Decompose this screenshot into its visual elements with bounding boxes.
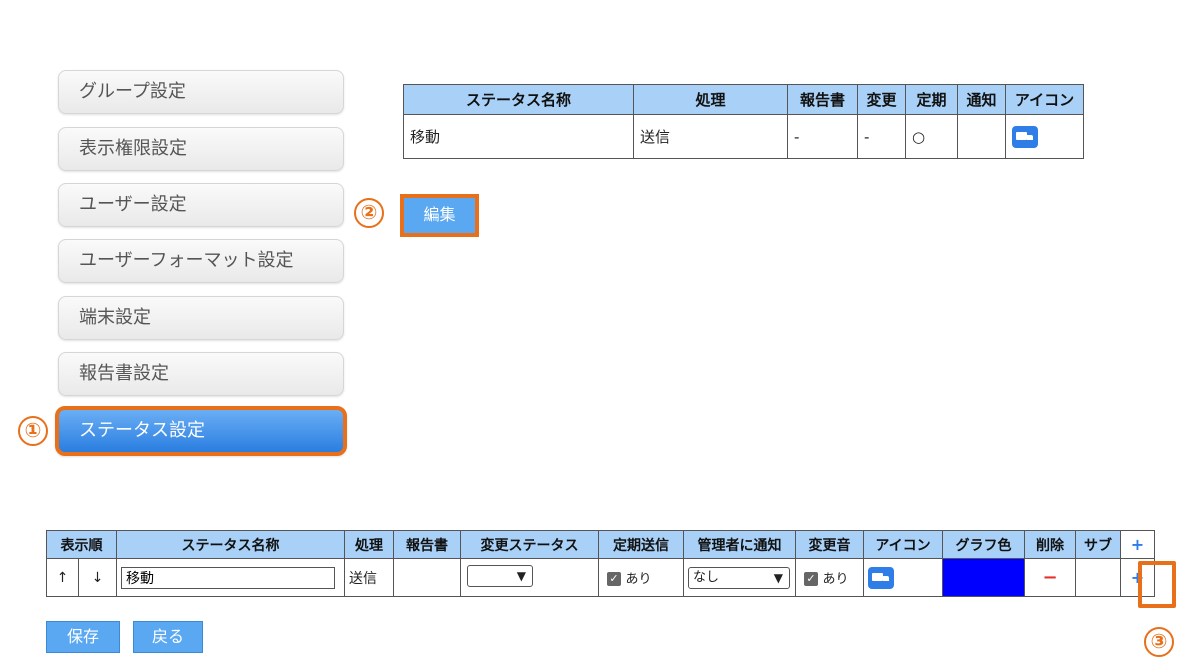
col-periodic-send: 定期送信 <box>598 530 684 559</box>
truck-icon <box>1012 125 1038 148</box>
cell-sub <box>1075 558 1121 597</box>
col-periodic: 定期 <box>905 84 958 115</box>
step-2-marker: ② <box>354 198 384 228</box>
table-header-row: ステータス名称 処理 報告書 変更 定期 通知 アイコン <box>403 84 1084 115</box>
save-button[interactable]: 保存 <box>46 621 120 653</box>
cell-change-status: ▼ <box>460 558 599 597</box>
sidebar-item-report-settings[interactable]: 報告書設定 <box>58 352 344 396</box>
change-sound-checkbox[interactable]: ✓ <box>804 572 818 586</box>
periodic-send-label: あり <box>625 572 652 587</box>
cell-notify <box>957 114 1006 159</box>
cell-process: 送信 <box>344 558 394 597</box>
cell-report: - <box>787 114 858 159</box>
chevron-down-icon: ▼ <box>773 570 783 585</box>
col-notify: 通知 <box>957 84 1006 115</box>
cell-process: 送信 <box>633 114 788 159</box>
periodic-send-checkbox[interactable]: ✓ <box>607 572 621 586</box>
col-graph-color: グラフ色 <box>942 530 1025 559</box>
notify-admin-value: なし <box>693 569 720 585</box>
col-change-status: 変更ステータス <box>460 530 599 559</box>
cell-change: - <box>857 114 906 159</box>
status-name-input[interactable] <box>121 566 335 589</box>
cell-icon[interactable] <box>863 558 943 597</box>
col-change-sound: 変更音 <box>795 530 864 559</box>
col-icon: アイコン <box>1005 84 1084 115</box>
step-1-marker: ① <box>18 416 48 446</box>
sidebar-item-terminal-settings[interactable]: 端末設定 <box>58 296 344 340</box>
table-header-row: 表示順 ステータス名称 処理 報告書 変更ステータス 定期送信 管理者に通知 変… <box>46 530 1155 559</box>
move-down-button[interactable]: ↓ <box>78 558 117 597</box>
col-display-order: 表示順 <box>46 530 117 559</box>
cell-report <box>393 558 461 597</box>
col-status-name: ステータス名称 <box>403 84 634 115</box>
cell-status-name <box>116 558 345 597</box>
status-summary-table: ステータス名称 処理 報告書 変更 定期 通知 アイコン 移動 送信 - - ○ <box>403 84 1084 159</box>
col-notify-admin: 管理者に通知 <box>683 530 796 559</box>
col-process: 処理 <box>633 84 788 115</box>
sidebar-item-status-settings[interactable]: ステータス設定 <box>55 406 347 456</box>
notify-admin-select[interactable]: なし ▼ <box>688 566 790 589</box>
chevron-down-icon: ▼ <box>516 568 526 583</box>
change-status-select[interactable]: ▼ <box>467 564 533 587</box>
back-button[interactable]: 戻る <box>133 621 203 653</box>
col-change: 変更 <box>857 84 906 115</box>
cell-change-sound: ✓ あり <box>795 558 864 597</box>
edit-button[interactable]: 編集 <box>400 194 479 237</box>
move-up-button[interactable]: ↑ <box>46 558 79 597</box>
col-report: 報告書 <box>393 530 461 559</box>
col-process: 処理 <box>344 530 394 559</box>
graph-color-swatch[interactable] <box>942 558 1025 597</box>
delete-button[interactable]: − <box>1024 558 1076 597</box>
col-status-name: ステータス名称 <box>116 530 345 559</box>
col-icon: アイコン <box>863 530 943 559</box>
step-3-marker: ③ <box>1144 627 1174 657</box>
sidebar-item-user-format-settings[interactable]: ユーザーフォーマット設定 <box>58 239 344 283</box>
add-sub-button[interactable]: + <box>1120 558 1155 597</box>
cell-periodic-send: ✓ あり <box>598 558 684 597</box>
col-report: 報告書 <box>787 84 858 115</box>
cell-notify-admin: なし ▼ <box>683 558 796 597</box>
col-delete: 削除 <box>1024 530 1076 559</box>
cell-icon <box>1005 114 1084 159</box>
cell-periodic: ○ <box>905 114 958 159</box>
sidebar-item-display-permission-settings[interactable]: 表示権限設定 <box>58 127 344 171</box>
cell-status-name: 移動 <box>403 114 634 159</box>
sidebar-item-user-settings[interactable]: ユーザー設定 <box>58 183 344 227</box>
add-row-button[interactable]: + <box>1120 530 1155 559</box>
sidebar-item-group-settings[interactable]: グループ設定 <box>58 70 344 114</box>
col-sub: サブ <box>1075 530 1121 559</box>
truck-icon[interactable] <box>868 566 894 589</box>
table-row: ↑ ↓ 送信 ▼ ✓ あり なし ▼ <box>46 558 1155 597</box>
table-row: 移動 送信 - - ○ <box>403 114 1084 159</box>
status-edit-table: 表示順 ステータス名称 処理 報告書 変更ステータス 定期送信 管理者に通知 変… <box>46 530 1155 597</box>
change-sound-label: あり <box>822 572 849 587</box>
